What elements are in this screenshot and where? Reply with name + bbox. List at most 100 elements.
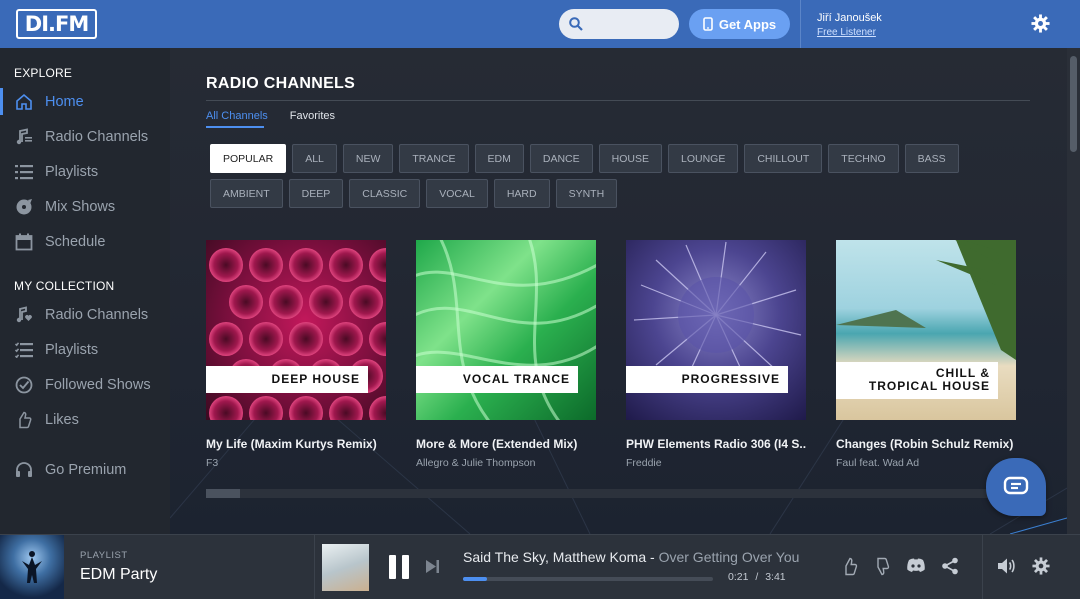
channel-card[interactable]: PROGRESSIVE PHW Elements Radio 306 (I4 S… xyxy=(626,240,806,469)
get-apps-button[interactable]: Get Apps xyxy=(689,9,790,39)
player-settings-gear-icon[interactable] xyxy=(1032,557,1050,575)
playlist-name[interactable]: EDM Party xyxy=(80,566,157,584)
chat-button[interactable] xyxy=(986,458,1046,516)
filter-edm[interactable]: EDM xyxy=(474,144,524,173)
page-title: RADIO CHANNELS xyxy=(206,75,356,92)
sidebar-item-followed-shows[interactable]: Followed Shows xyxy=(0,367,170,402)
playlist-info[interactable]: PLAYLIST EDM Party xyxy=(80,550,157,584)
page-scrollbar-thumb[interactable] xyxy=(1070,56,1077,152)
sidebar-item-radio-channels[interactable]: Radio Channels xyxy=(0,119,170,154)
filter-synth[interactable]: SYNTH xyxy=(555,179,618,208)
cards-scrollbar-thumb[interactable] xyxy=(206,489,240,498)
genre-filters: POPULAR ALL NEW TRANCE EDM DANCE HOUSE L… xyxy=(210,144,1020,208)
sidebar-item-mix-shows[interactable]: Mix Shows xyxy=(0,189,170,224)
filter-vocal[interactable]: VOCAL xyxy=(426,179,488,208)
channel-name-label: VOCAL TRANCE xyxy=(416,366,578,393)
now-playing-title[interactable]: More & More (Extended Mix) xyxy=(416,437,596,451)
filter-trance[interactable]: TRANCE xyxy=(399,144,469,173)
channel-artwork[interactable]: VOCAL TRANCE xyxy=(416,240,596,420)
sidebar-item-likes[interactable]: Likes xyxy=(0,402,170,437)
channel-card[interactable]: VOCAL TRANCE More & More (Extended Mix) … xyxy=(416,240,596,469)
top-bar: DI.FM Get Apps Jiří Janoušek Free Listen… xyxy=(0,0,1080,48)
channel-card[interactable]: CHILL & TROPICAL HOUSE Changes (Robin Sc… xyxy=(836,240,1016,469)
channel-name-label: CHILL & TROPICAL HOUSE xyxy=(836,362,998,399)
progress-bar[interactable] xyxy=(463,577,713,581)
sidebar-item-schedule[interactable]: Schedule xyxy=(0,224,170,259)
channel-cards: DEEP HOUSE My Life (Maxim Kurtys Remix) … xyxy=(206,240,1016,469)
sidebar-item-label: Followed Shows xyxy=(45,376,151,393)
artwork-figure xyxy=(22,551,42,583)
sidebar-item-playlists[interactable]: Playlists xyxy=(0,154,170,189)
volume-icon[interactable] xyxy=(997,557,1016,575)
divider xyxy=(982,535,983,599)
track-duration: 3:41 xyxy=(765,571,786,583)
channel-tabs: All Channels Favorites xyxy=(206,110,335,122)
now-playing-artist: Faul feat. Wad Ad xyxy=(836,457,920,469)
sidebar-item-go-premium[interactable]: Go Premium xyxy=(0,452,170,487)
filter-classic[interactable]: CLASSIC xyxy=(349,179,421,208)
now-playing-title[interactable]: Changes (Robin Schulz Remix) xyxy=(836,437,1016,451)
discord-icon[interactable] xyxy=(906,557,926,575)
schedule-icon xyxy=(15,233,33,250)
track-artist: Said The Sky, Matthew Koma xyxy=(463,549,647,565)
search-icon xyxy=(569,17,583,31)
now-playing-artist: Allegro & Julie Thompson xyxy=(416,457,536,469)
phone-icon xyxy=(703,17,713,31)
page-scrollbar[interactable] xyxy=(1067,48,1080,534)
filter-dance[interactable]: DANCE xyxy=(529,144,593,173)
sidebar-item-label: Radio Channels xyxy=(45,306,149,323)
thumbs-down-icon[interactable] xyxy=(875,557,890,576)
channel-card[interactable]: DEEP HOUSE My Life (Maxim Kurtys Remix) … xyxy=(206,240,386,469)
sidebar: EXPLORE Home Radio Channels Playlists Mi… xyxy=(0,48,170,534)
filter-lounge[interactable]: LOUNGE xyxy=(668,144,739,173)
filter-bass[interactable]: BASS xyxy=(904,144,959,173)
now-playing-artist: Freddie xyxy=(626,457,662,469)
channel-name: VOCAL TRANCE xyxy=(462,372,570,386)
filter-all[interactable]: ALL xyxy=(292,144,337,173)
channel-artwork[interactable]: CHILL & TROPICAL HOUSE xyxy=(836,240,1016,420)
active-tab-indicator xyxy=(206,126,264,128)
sidebar-item-my-playlists[interactable]: Playlists xyxy=(0,332,170,367)
channel-artwork[interactable]: DEEP HOUSE xyxy=(206,240,386,420)
tab-favorites[interactable]: Favorites xyxy=(290,110,335,122)
now-playing-title[interactable]: My Life (Maxim Kurtys Remix) xyxy=(206,437,386,451)
now-playing-title[interactable]: PHW Elements Radio 306 (I4 S... xyxy=(626,437,806,451)
tab-all-channels[interactable]: All Channels xyxy=(206,110,268,122)
playlist-artwork[interactable] xyxy=(0,535,64,599)
track-separator: - xyxy=(646,549,659,565)
filter-ambient[interactable]: AMBIENT xyxy=(210,179,283,208)
mix-shows-icon xyxy=(16,198,32,214)
sidebar-item-my-radio-channels[interactable]: Radio Channels xyxy=(0,297,170,332)
share-icon[interactable] xyxy=(941,557,959,575)
user-menu[interactable]: Jiří Janoušek Free Listener xyxy=(800,0,882,48)
artwork-pattern xyxy=(416,240,596,420)
filter-new[interactable]: NEW xyxy=(342,144,394,173)
channel-name-label: DEEP HOUSE xyxy=(206,366,368,393)
difm-logo[interactable]: DI.FM xyxy=(16,9,97,39)
radio-channels-icon xyxy=(16,127,32,144)
chat-bubble-icon xyxy=(1003,476,1029,495)
artwork-pattern xyxy=(209,248,386,420)
sidebar-item-label: Playlists xyxy=(45,163,99,180)
check-circle-icon xyxy=(15,376,33,393)
membership-link[interactable]: Free Listener xyxy=(817,27,882,38)
skip-next-icon[interactable] xyxy=(425,559,440,574)
thumbs-up-icon[interactable] xyxy=(843,557,858,576)
channel-name-line2: TROPICAL HOUSE xyxy=(868,379,990,393)
filter-house[interactable]: HOUSE xyxy=(598,144,662,173)
filter-techno[interactable]: TECHNO xyxy=(828,144,899,173)
filter-popular[interactable]: POPULAR xyxy=(210,144,287,173)
search-input[interactable] xyxy=(559,9,679,39)
time-display: 0:21 / 3:41 xyxy=(728,571,786,583)
filter-deep[interactable]: DEEP xyxy=(288,179,344,208)
filter-hard[interactable]: HARD xyxy=(493,179,550,208)
channel-name: DEEP HOUSE xyxy=(271,372,360,386)
my-collection-heading: MY COLLECTION xyxy=(14,279,115,293)
channel-name: PROGRESSIVE xyxy=(681,372,780,386)
pause-icon[interactable] xyxy=(387,554,411,580)
channel-artwork[interactable]: PROGRESSIVE xyxy=(626,240,806,420)
sidebar-item-home[interactable]: Home xyxy=(0,84,170,119)
cards-scrollbar[interactable] xyxy=(206,489,1006,498)
filter-chillout[interactable]: CHILLOUT xyxy=(744,144,823,173)
settings-gear-icon[interactable] xyxy=(1031,14,1050,33)
